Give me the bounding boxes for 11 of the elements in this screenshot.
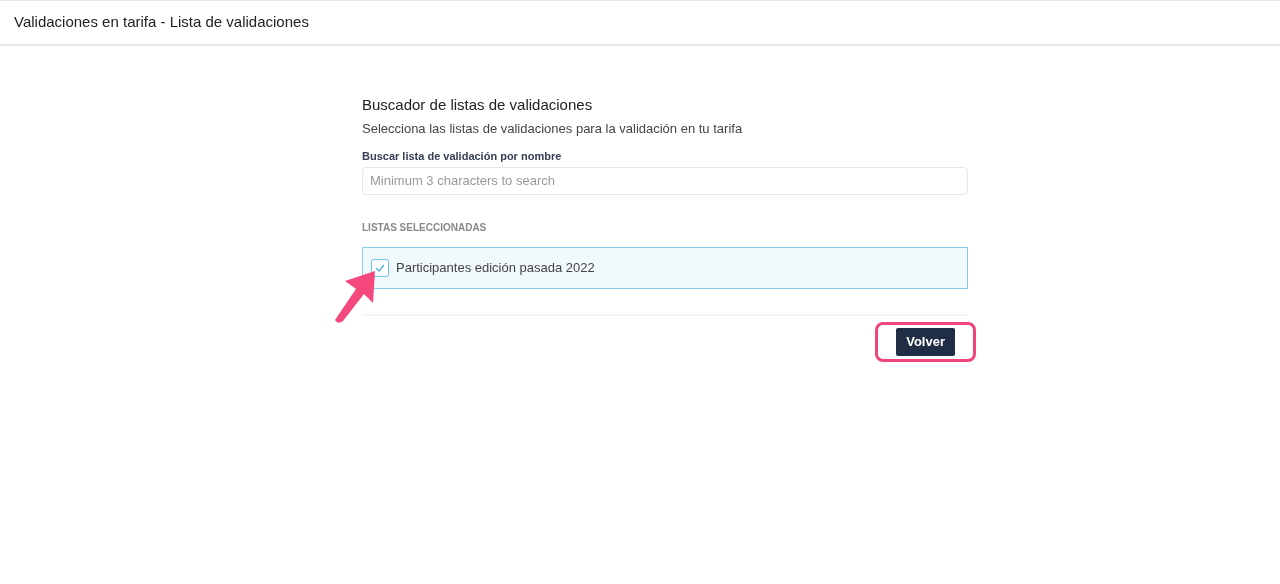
section-subtitle: Selecciona las listas de validaciones para la validación en tu tarifa (362, 119, 744, 138)
section-heading: LISTAS SELECCIONADAS (362, 220, 488, 235)
field-label: Buscar lista de validación por nombre (362, 149, 563, 164)
list-item-label: Participantes edición pasada 2022 (396, 258, 595, 277)
checkbox[interactable] (371, 258, 389, 277)
search-field[interactable]: Minimum 3 characters to search (362, 166, 968, 195)
page-title: Validaciones en tarifa - Lista de validaciones (14, 12, 309, 33)
back-button[interactable]: Volver (896, 327, 955, 356)
check-icon (375, 263, 385, 272)
section-title: Buscador de listas de validaciones (362, 95, 594, 115)
selected-list-item[interactable]: Participantes edición pasada 2022 (362, 246, 968, 289)
